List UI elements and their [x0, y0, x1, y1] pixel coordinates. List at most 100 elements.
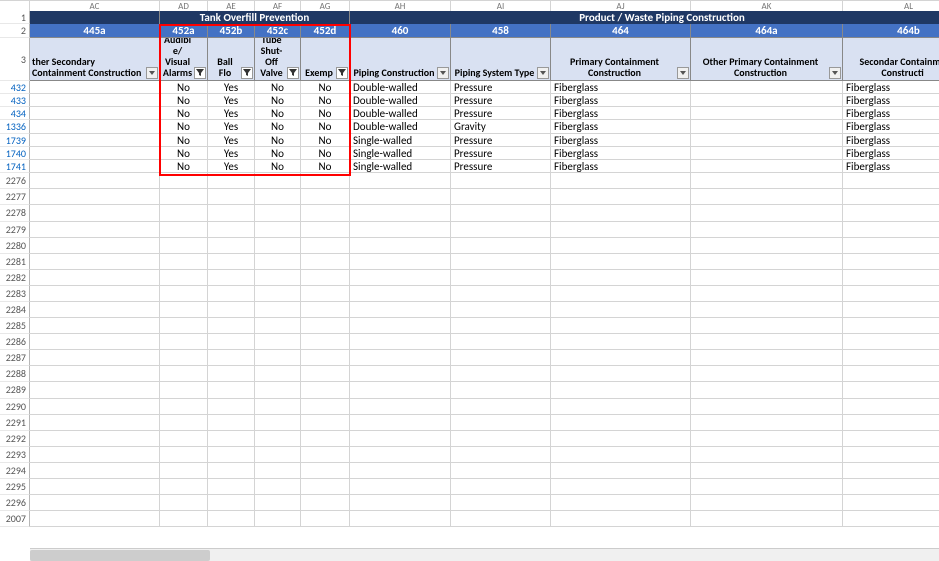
cell[interactable]: [301, 479, 350, 495]
cell[interactable]: [551, 222, 691, 238]
cell[interactable]: [843, 222, 939, 238]
cell[interactable]: [451, 286, 551, 302]
cell[interactable]: [208, 366, 255, 382]
cell[interactable]: No: [301, 160, 350, 173]
cell[interactable]: No: [301, 120, 350, 133]
cell[interactable]: Double-walled: [350, 120, 451, 133]
cell[interactable]: [160, 286, 208, 302]
filter-piping-system-type[interactable]: Piping System Type: [451, 38, 551, 81]
cell[interactable]: [301, 286, 350, 302]
cell[interactable]: [843, 431, 939, 447]
cell[interactable]: [255, 334, 301, 350]
hdr-464[interactable]: 464: [551, 24, 691, 37]
cell[interactable]: Pressure: [451, 134, 551, 147]
cell[interactable]: [255, 366, 301, 382]
cell[interactable]: [208, 254, 255, 270]
row-number[interactable]: 433: [0, 94, 30, 107]
cell[interactable]: [30, 160, 160, 173]
cell[interactable]: [350, 270, 451, 286]
cell[interactable]: [350, 238, 451, 254]
cell[interactable]: [691, 120, 843, 133]
cell[interactable]: [160, 334, 208, 350]
cell[interactable]: [208, 318, 255, 334]
cell[interactable]: [691, 495, 843, 511]
cell[interactable]: No: [255, 107, 301, 120]
cell[interactable]: No: [160, 107, 208, 120]
cell[interactable]: [301, 222, 350, 238]
cell[interactable]: No: [301, 147, 350, 160]
cell[interactable]: [551, 447, 691, 463]
filter-dropdown-icon[interactable]: [829, 67, 841, 79]
filter-active-icon[interactable]: [194, 67, 206, 79]
cell[interactable]: [451, 511, 551, 527]
cell[interactable]: No: [160, 94, 208, 107]
cell[interactable]: [451, 205, 551, 221]
col-letter[interactable]: AF: [255, 1, 301, 11]
cell[interactable]: [451, 382, 551, 398]
row-number[interactable]: 432: [0, 81, 30, 94]
cell[interactable]: [301, 238, 350, 254]
cell[interactable]: [208, 173, 255, 189]
cell[interactable]: [255, 270, 301, 286]
cell[interactable]: [350, 399, 451, 415]
cell[interactable]: [691, 134, 843, 147]
cell[interactable]: [551, 463, 691, 479]
cell[interactable]: Single-walled: [350, 134, 451, 147]
row-number[interactable]: 2: [0, 24, 30, 37]
cell[interactable]: [160, 270, 208, 286]
cell[interactable]: [160, 382, 208, 398]
cell[interactable]: [30, 463, 160, 479]
cell[interactable]: [301, 318, 350, 334]
cell[interactable]: [255, 238, 301, 254]
cell[interactable]: Pressure: [451, 81, 551, 94]
cell[interactable]: [551, 205, 691, 221]
cell[interactable]: [255, 302, 301, 318]
cell[interactable]: [691, 415, 843, 431]
col-letter[interactable]: AJ: [551, 1, 691, 11]
cell[interactable]: [350, 447, 451, 463]
cell[interactable]: [451, 254, 551, 270]
row-number[interactable]: 2285: [0, 318, 30, 334]
cell[interactable]: [691, 94, 843, 107]
cell[interactable]: [208, 286, 255, 302]
cell[interactable]: [208, 431, 255, 447]
cell[interactable]: [551, 350, 691, 366]
cell[interactable]: [208, 495, 255, 511]
cell[interactable]: [350, 495, 451, 511]
cell[interactable]: [160, 479, 208, 495]
cell[interactable]: [691, 463, 843, 479]
cell[interactable]: Double-walled: [350, 107, 451, 120]
cell[interactable]: No: [160, 81, 208, 94]
cell[interactable]: [255, 350, 301, 366]
cell[interactable]: [451, 302, 551, 318]
cell[interactable]: [551, 399, 691, 415]
cell[interactable]: [301, 189, 350, 205]
cell[interactable]: [551, 254, 691, 270]
cell[interactable]: [301, 334, 350, 350]
cell[interactable]: [843, 173, 939, 189]
cell[interactable]: [30, 495, 160, 511]
cell[interactable]: [30, 173, 160, 189]
cell[interactable]: No: [160, 134, 208, 147]
cell[interactable]: [551, 495, 691, 511]
cell[interactable]: Fiberglass: [843, 134, 939, 147]
row-number[interactable]: 2276: [0, 173, 30, 189]
cell[interactable]: [30, 81, 160, 94]
col-letter[interactable]: AI: [451, 1, 551, 11]
cell[interactable]: [160, 254, 208, 270]
cell[interactable]: [551, 479, 691, 495]
cell[interactable]: [451, 463, 551, 479]
cell[interactable]: [30, 189, 160, 205]
cell[interactable]: [255, 463, 301, 479]
cell[interactable]: [301, 173, 350, 189]
filter-audible-visual-alarms[interactable]: Audible/ Visual Alarms: [160, 38, 208, 81]
row-number[interactable]: 2287: [0, 350, 30, 366]
cell[interactable]: [30, 366, 160, 382]
cell[interactable]: [255, 222, 301, 238]
cell[interactable]: [255, 254, 301, 270]
cell[interactable]: [208, 463, 255, 479]
cell[interactable]: [255, 511, 301, 527]
cell[interactable]: [30, 382, 160, 398]
row-number[interactable]: 2286: [0, 334, 30, 350]
cell[interactable]: [551, 334, 691, 350]
